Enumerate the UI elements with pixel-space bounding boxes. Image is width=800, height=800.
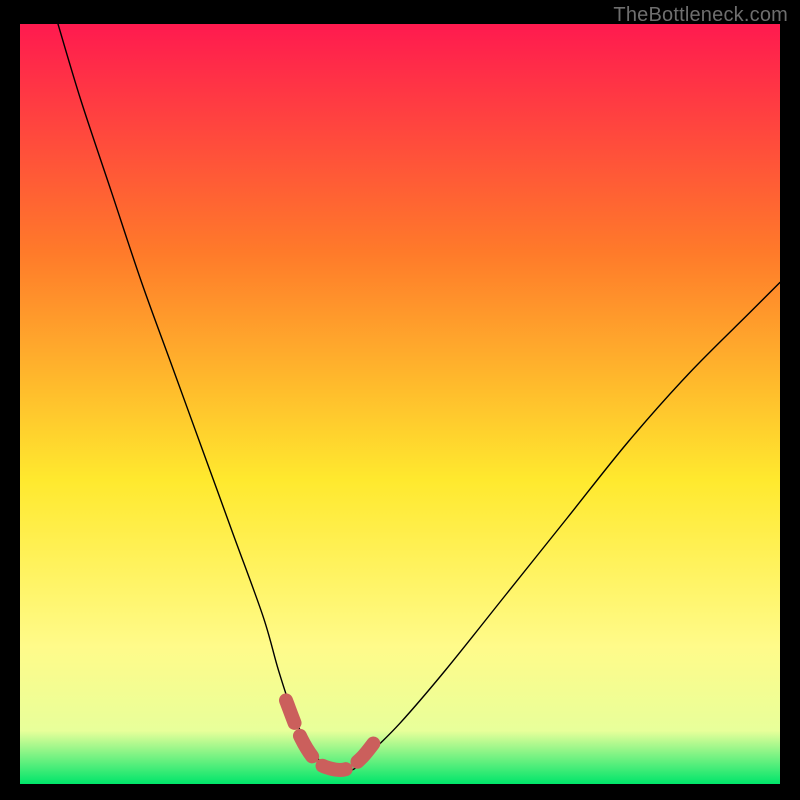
bottleneck-chart bbox=[20, 24, 780, 784]
plot-frame bbox=[20, 24, 780, 784]
gradient-background bbox=[20, 24, 780, 784]
chart-stage: TheBottleneck.com bbox=[0, 0, 800, 800]
watermark-text: TheBottleneck.com bbox=[613, 4, 788, 27]
